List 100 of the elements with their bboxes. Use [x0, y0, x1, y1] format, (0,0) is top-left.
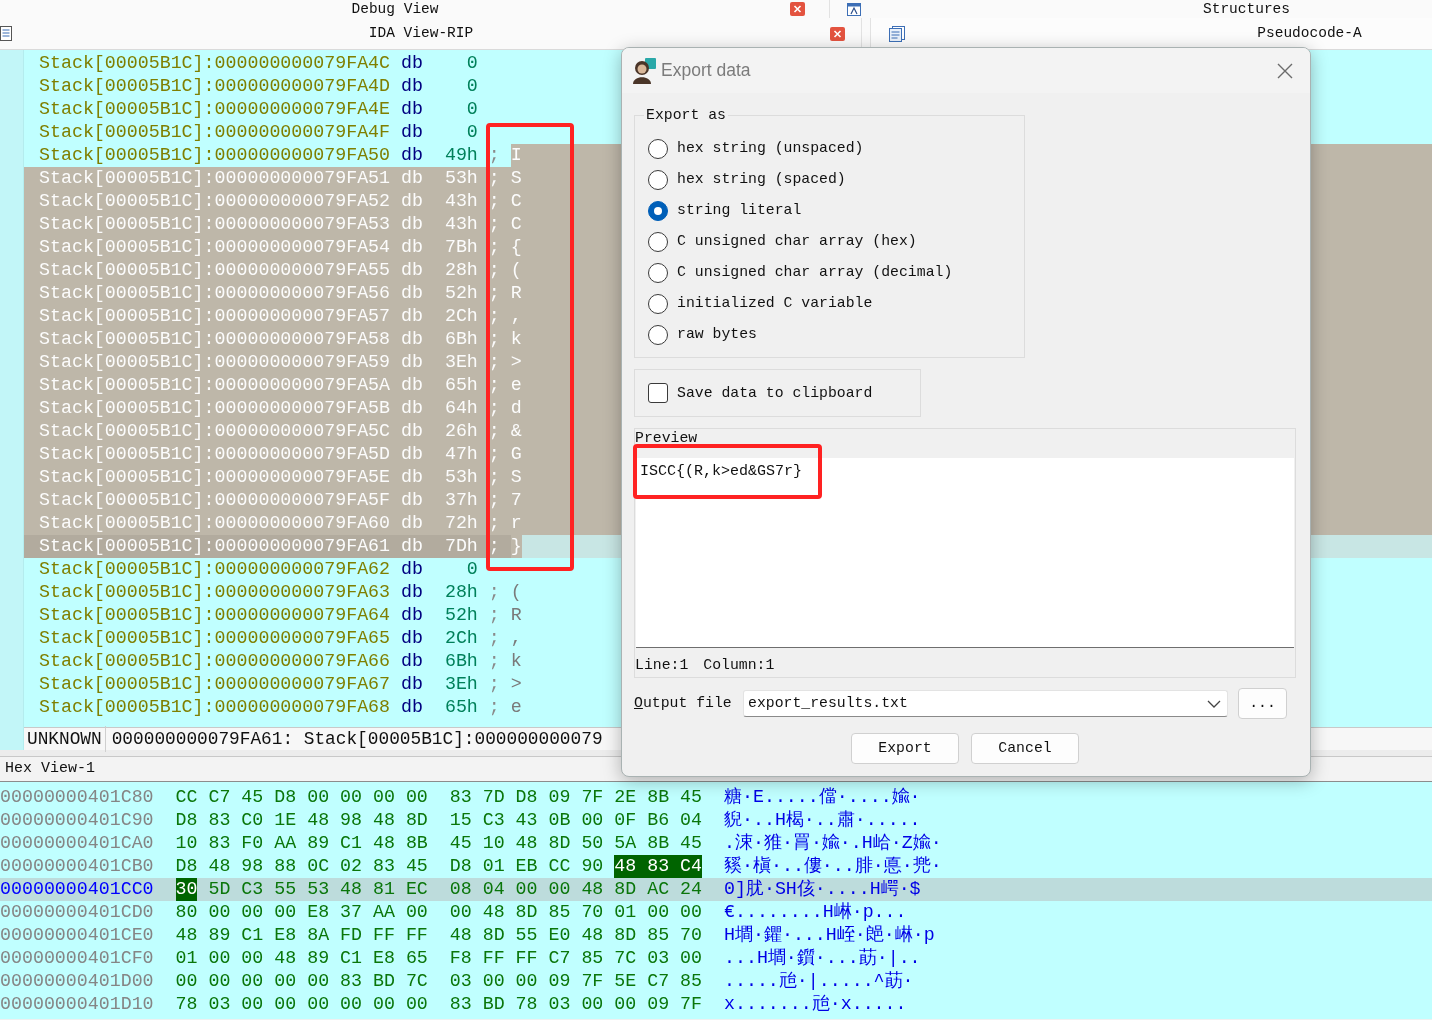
comment-marker: ; — [488, 259, 500, 282]
value-text: 43h — [444, 190, 478, 213]
value-text: 28h — [444, 581, 478, 604]
comment-marker: ; — [488, 466, 500, 489]
value-text: 26h — [444, 420, 478, 443]
comment-marker: ; — [488, 213, 500, 236]
value-text: 0 — [466, 98, 478, 121]
address-text: Stack[00005B1C]:000000000079FA50 — [39, 144, 391, 167]
directive-text: db — [401, 420, 423, 443]
comment-marker: ; — [488, 535, 500, 558]
directive-text: db — [401, 512, 423, 535]
comment-marker: ; — [488, 489, 500, 512]
hex-address: 00000000401CF0 — [0, 947, 154, 970]
hex-address: 00000000401CD0 — [0, 901, 154, 924]
directive-text: db — [401, 328, 423, 351]
hex-address: 00000000401C80 — [0, 786, 154, 809]
directive-text: db — [401, 305, 423, 328]
comment-marker: ; — [488, 581, 500, 604]
hex-address: 00000000401D00 — [0, 970, 154, 993]
directive-text: db — [401, 489, 423, 512]
comment-marker: ; — [488, 167, 500, 190]
comment-marker: ; — [488, 696, 500, 719]
hex-address: 00000000401CC0 — [0, 878, 154, 901]
address-text: Stack[00005B1C]:000000000079FA68 — [39, 696, 391, 719]
status-text: 000000000079FA61: Stack[00005B1C]:000000000079 — [111, 727, 603, 751]
directive-text: db — [401, 466, 423, 489]
directive-text: db — [401, 282, 423, 305]
preview-text: ISCC{(R,k>ed&GS7r} — [640, 463, 803, 480]
hex-text: €........H崊·p... — [723, 901, 907, 924]
directive-text: db — [401, 443, 423, 466]
hex-text: 豯·槇·..僂·..腓·悳·兠· — [723, 855, 942, 878]
directive-text: db — [401, 581, 423, 604]
comment-marker: ; — [488, 305, 500, 328]
hex-text: 貎·..H楬·..肅·..... — [723, 809, 921, 832]
address-text: Stack[00005B1C]:000000000079FA53 — [39, 213, 391, 236]
value-text: 7Bh — [444, 236, 478, 259]
column-indicator: Column:1 — [703, 655, 775, 675]
address-text: Stack[00005B1C]:000000000079FA62 — [39, 558, 391, 581]
comment-marker: ; — [488, 604, 500, 627]
hex-address: 00000000401CE0 — [0, 924, 154, 947]
line-indicator: Line:1 — [635, 655, 689, 675]
value-text: 0 — [466, 52, 478, 75]
directive-text: db — [401, 121, 423, 144]
address-text: Stack[00005B1C]:000000000079FA5F — [39, 489, 391, 512]
comment-marker: ; — [488, 144, 500, 167]
hex-text: .....兘·|.....^莇· — [723, 970, 914, 993]
address-text: Stack[00005B1C]:000000000079FA60 — [39, 512, 391, 535]
group-label: Preview — [635, 430, 698, 446]
directive-text: db — [401, 52, 423, 75]
comment-marker: ; — [488, 627, 500, 650]
directive-text: db — [401, 558, 423, 581]
value-text: 53h — [444, 167, 478, 190]
comment-marker: ; — [488, 374, 500, 397]
comment-text: } — [510, 535, 522, 558]
address-text: Stack[00005B1C]:000000000079FA56 — [39, 282, 391, 305]
comment-marker: ; — [488, 443, 500, 466]
hex-text: .涑·猚·罥·婾·.H峆·Z婾· — [723, 832, 942, 855]
value-text: 0 — [466, 75, 478, 98]
comment-marker: ; — [488, 328, 500, 351]
comment-marker: ; — [488, 190, 500, 213]
hex-text: 糖·E.....儅·....婾· — [723, 786, 921, 809]
hex-address: 00000000401D10 — [0, 993, 154, 1016]
comment-text: e — [510, 696, 522, 719]
comment-text: R — [510, 604, 522, 627]
value-text: 0 — [466, 121, 478, 144]
directive-text: db — [401, 167, 423, 190]
value-text: 6Bh — [444, 328, 478, 351]
address-text: Stack[00005B1C]:000000000079FA54 — [39, 236, 391, 259]
directive-text: db — [401, 397, 423, 420]
comment-marker: ; — [488, 236, 500, 259]
hex-text: x.......兘·x..... — [723, 993, 907, 1016]
comment-text: , — [510, 627, 522, 650]
value-text: 53h — [444, 466, 478, 489]
value-text: 52h — [444, 604, 478, 627]
field-label: Output file — [634, 694, 732, 714]
value-text: 43h — [444, 213, 478, 236]
value-text: 2Ch — [444, 305, 478, 328]
hex-text: ...H墹·鑕·...莇·|.. — [723, 947, 921, 970]
address-text: Stack[00005B1C]:000000000079FA63 — [39, 581, 391, 604]
comment-text: k — [510, 650, 522, 673]
address-text: Stack[00005B1C]:000000000079FA61 — [39, 535, 391, 558]
address-text: Stack[00005B1C]:000000000079FA4F — [39, 121, 391, 144]
comment-marker: ; — [488, 351, 500, 374]
address-text: Stack[00005B1C]:000000000079FA4E — [39, 98, 391, 121]
value-text: 49h — [444, 144, 478, 167]
value-text: 6Bh — [444, 650, 478, 673]
value-text: 65h — [444, 374, 478, 397]
address-text: Stack[00005B1C]:000000000079FA5E — [39, 466, 391, 489]
comment-text: { — [510, 236, 522, 259]
address-text: Stack[00005B1C]:000000000079FA52 — [39, 190, 391, 213]
directive-text: db — [401, 213, 423, 236]
dialog-title: Export data — [661, 59, 751, 83]
address-text: Stack[00005B1C]:000000000079FA5B — [39, 397, 391, 420]
comment-marker: ; — [488, 282, 500, 305]
value-text: 2Ch — [444, 627, 478, 650]
hex-text: H墹·鑺·...H峌·郒·崊·p — [723, 924, 935, 947]
value-text: 3Eh — [444, 351, 478, 374]
comment-marker: ; — [488, 420, 500, 443]
address-text: Stack[00005B1C]:000000000079FA59 — [39, 351, 391, 374]
directive-text: db — [401, 144, 423, 167]
